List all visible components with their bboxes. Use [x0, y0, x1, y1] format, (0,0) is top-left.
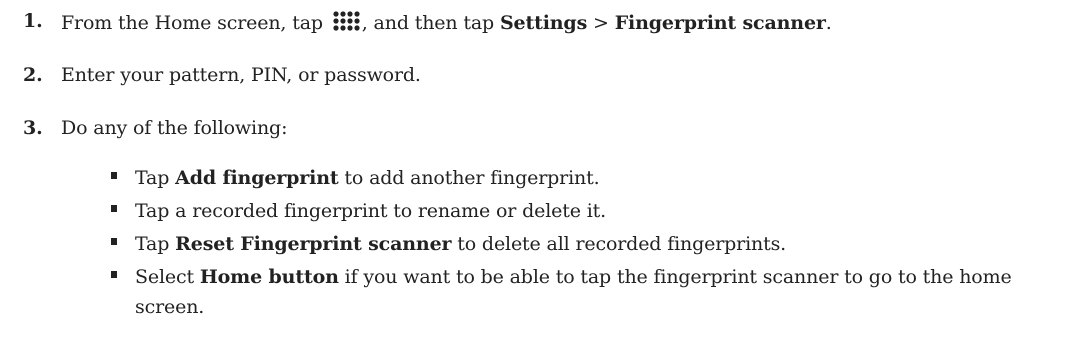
- step-text: From the Home screen, tap , and then tap…: [61, 10, 832, 34]
- step-number: 3.: [23, 117, 43, 139]
- bullet-text: Tap Reset Fingerprint scanner to delete …: [135, 229, 1015, 259]
- reset-fingerprint-scanner-label: Reset Fingerprint scanner: [175, 233, 452, 255]
- fingerprint-scanner-label: Fingerprint scanner: [614, 12, 826, 34]
- bullet-square-icon: [111, 238, 117, 245]
- bullet-square-icon: [111, 271, 117, 278]
- bullet-text-pre: Tap: [135, 167, 176, 189]
- bullet-text: Tap Add fingerprint to add another finge…: [135, 163, 1015, 193]
- bullet-square-icon: [111, 172, 117, 179]
- apps-grid-icon: [332, 10, 360, 32]
- step-number: 1.: [23, 10, 43, 32]
- bullet-text-post: to add another fingerprint.: [338, 167, 600, 189]
- path-separator: >: [587, 12, 615, 34]
- bullet-text: Tap a recorded fingerprint to rename or …: [135, 200, 607, 222]
- step-number: 2.: [23, 64, 43, 86]
- step-text: Enter your pattern, PIN, or password.: [61, 64, 421, 86]
- bullet-text-pre: Select: [135, 266, 200, 288]
- step-text-after-icon: , and then tap: [361, 12, 500, 34]
- step-text-before-icon: From the Home screen, tap: [61, 12, 329, 34]
- home-button-label: Home button: [199, 266, 339, 288]
- bullet-text-post: to delete all recorded fingerprints.: [451, 233, 787, 255]
- bullet-text-pre: Tap: [135, 233, 176, 255]
- bullet-square-icon: [111, 205, 117, 212]
- instructions-document: 1. From the Home screen, tap , and then …: [0, 0, 1074, 358]
- step-text-end: .: [825, 12, 832, 34]
- step-text: Do any of the following:: [61, 117, 288, 139]
- bullet-text: Select Home button if you want to be abl…: [135, 262, 1015, 322]
- add-fingerprint-label: Add fingerprint: [175, 167, 339, 189]
- settings-label: Settings: [499, 12, 588, 34]
